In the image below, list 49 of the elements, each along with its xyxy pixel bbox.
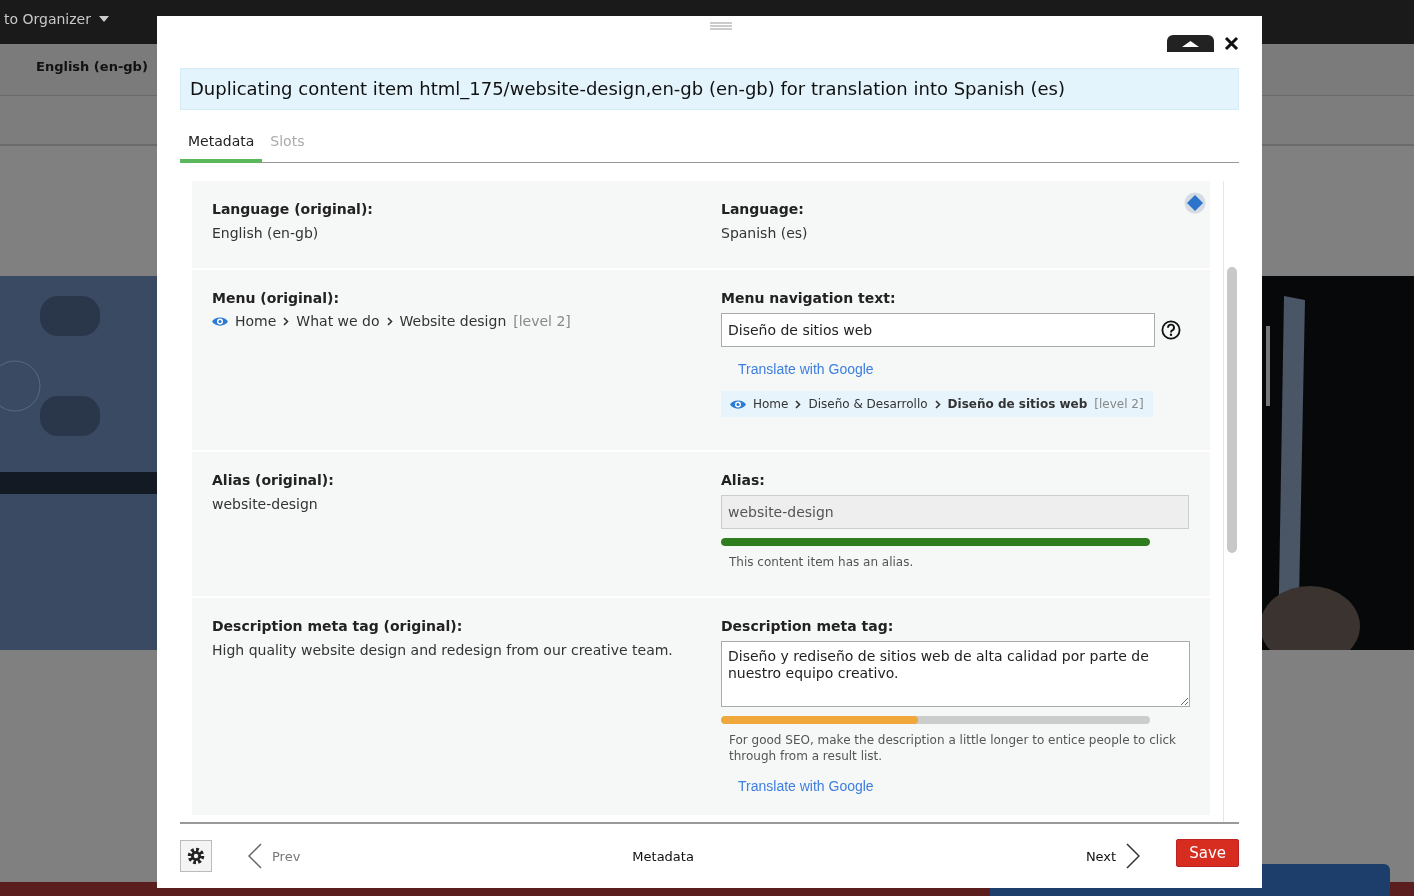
field-label: Language:: [721, 200, 805, 219]
chevron-right-icon: [1126, 843, 1141, 869]
drag-handle-icon[interactable]: [710, 22, 732, 30]
description-field[interactable]: Diseño y rediseño de sitios web de alta calidad por parte de nuestro equipo creativo.: [721, 641, 1190, 707]
field-value: English (en-gb): [212, 224, 320, 243]
breadcrumb-link[interactable]: What we do: [296, 313, 380, 329]
field-label: Language (original):: [212, 200, 374, 219]
field-value: Spanish (es): [721, 224, 809, 243]
chevron-icon: [795, 399, 802, 409]
close-icon[interactable]: [1224, 36, 1239, 51]
section-label: Metadata: [632, 848, 694, 864]
hint-text: This content item has an alias.: [729, 554, 915, 570]
save-button[interactable]: Save: [1176, 839, 1239, 867]
translate-link[interactable]: Translate with Google: [738, 361, 874, 377]
field-value: website-design: [212, 495, 319, 514]
chevron-icon: [934, 399, 941, 409]
collapse-button[interactable]: [1167, 35, 1214, 52]
field-label: Alias (original):: [212, 471, 335, 490]
field-label: Menu (original):: [212, 289, 340, 308]
field-label: Alias:: [721, 471, 766, 490]
translate-link[interactable]: Translate with Google: [738, 778, 874, 794]
organizer-button[interactable]: to Organizer: [0, 11, 109, 27]
breadcrumb-link[interactable]: Home: [753, 397, 789, 411]
help-icon[interactable]: [1161, 320, 1181, 340]
chevron-icon: [386, 316, 393, 326]
field-label: Description meta tag (original):: [212, 617, 464, 636]
dialog-title: Duplicating content item html_175/website-design,en-gb (en-gb) for translation into Spanish (es): [180, 68, 1239, 110]
breadcrumb-link[interactable]: Website design: [399, 313, 507, 329]
chevron-icon: [283, 316, 290, 326]
breadcrumb-link[interactable]: Diseño & Desarrollo: [808, 397, 928, 411]
caret-icon: [99, 16, 109, 22]
eye-icon: [730, 398, 746, 410]
breadcrumb-link[interactable]: Diseño de sitios web: [947, 397, 1088, 411]
level-label: [level 2]: [513, 313, 571, 329]
settings-button[interactable]: [180, 840, 212, 872]
field-value: High quality website design and redesign from our creative team.: [212, 641, 674, 660]
chevron-left-icon: [248, 843, 262, 869]
hint-text: For good SEO, make the description a little longer to entice people to click through from a result list.: [729, 732, 1178, 764]
field-label: Description meta tag:: [721, 617, 895, 636]
next-button[interactable]: Next: [1085, 843, 1141, 869]
field-label: Menu navigation text:: [721, 289, 897, 308]
prev-button[interactable]: Prev: [248, 843, 301, 869]
level-label: [level 2]: [1094, 397, 1144, 411]
language-label: English (en-gb): [35, 59, 148, 74]
tab[interactable]: Metadata: [180, 124, 263, 163]
scrollbar-thumb[interactable]: [1227, 267, 1237, 553]
eye-icon: [212, 315, 228, 327]
text-field[interactable]: Diseño de sitios web: [721, 313, 1155, 347]
breadcrumb-link[interactable]: Home: [235, 313, 277, 329]
